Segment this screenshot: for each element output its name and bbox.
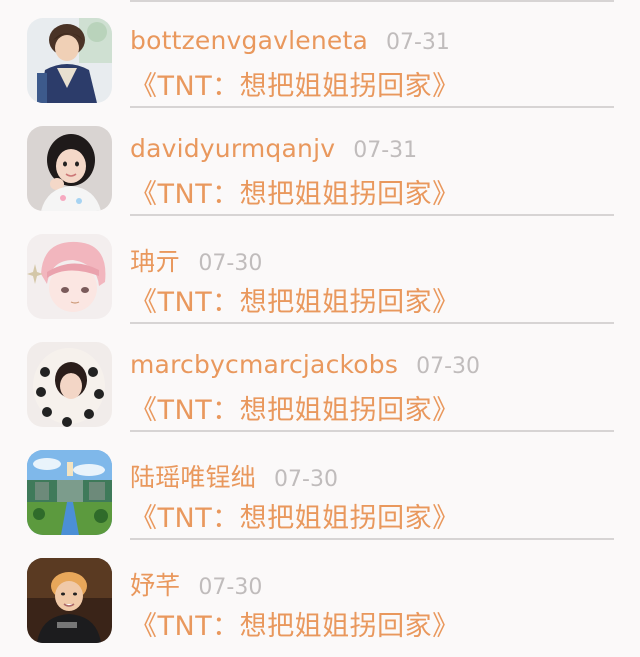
list-item[interactable]: davidyurmqanjv 07-31 《TNT：想把姐姐拐回家》 [0,108,640,216]
timestamp: 07-30 [198,251,263,276]
boy-photo-avatar-image [27,558,112,643]
post-title[interactable]: 《TNT：想把姐姐拐回家》 [130,64,460,104]
post-title[interactable]: 《TNT：想把姐姐拐回家》 [130,496,460,536]
username[interactable]: marcbycmarcjackobs [130,350,398,379]
name-line: 妤芊 07-30 [130,566,262,602]
avatar[interactable] [27,126,112,211]
post-title[interactable]: 《TNT：想把姐姐拐回家》 [130,280,460,320]
timestamp: 07-30 [198,575,263,600]
name-line: davidyurmqanjv 07-31 [130,134,417,170]
post-title[interactable]: 《TNT：想把姐姐拐回家》 [130,172,460,212]
name-line: marcbycmarcjackobs 07-30 [130,350,480,386]
avatar[interactable] [27,234,112,319]
list-item[interactable]: 珃亓 07-30 《TNT：想把姐姐拐回家》 [0,216,640,324]
name-line: 陆瑶唯锃绌 07-30 [130,458,338,494]
girl-hood-avatar-image [27,342,112,427]
username[interactable]: bottzenvgavleneta [130,26,368,55]
avatar[interactable] [27,342,112,427]
landscape-painting-avatar-image [27,450,112,535]
timestamp: 07-31 [353,138,418,163]
timestamp: 07-31 [385,30,450,55]
pink-anime-avatar-image [27,234,112,319]
post-title[interactable]: 《TNT：想把姐姐拐回家》 [130,388,460,428]
timestamp: 07-30 [274,467,338,492]
username[interactable]: 珃亓 [130,242,180,278]
list-item[interactable]: 妤芊 07-30 《TNT：想把姐姐拐回家》 [0,540,640,648]
username[interactable]: davidyurmqanjv [130,134,335,163]
anime-character-avatar-image [27,18,112,103]
username[interactable]: 妤芊 [130,566,180,602]
list-item[interactable]: 陆瑶唯锃绌 07-30 《TNT：想把姐姐拐回家》 [0,432,640,540]
name-line: 珃亓 07-30 [130,242,262,278]
post-title[interactable]: 《TNT：想把姐姐拐回家》 [130,604,460,644]
list-item[interactable]: marcbycmarcjackobs 07-30 《TNT：想把姐姐拐回家》 [0,324,640,432]
avatar[interactable] [27,18,112,103]
list-item[interactable]: bottzenvgavleneta 07-31 《TNT：想把姐姐拐回家》 [0,0,640,108]
avatar[interactable] [27,558,112,643]
name-line: bottzenvgavleneta 07-31 [130,26,450,62]
girl-photo-avatar-image [27,126,112,211]
timestamp: 07-30 [416,354,481,379]
username[interactable]: 陆瑶唯锃绌 [130,458,256,494]
avatar[interactable] [27,450,112,535]
